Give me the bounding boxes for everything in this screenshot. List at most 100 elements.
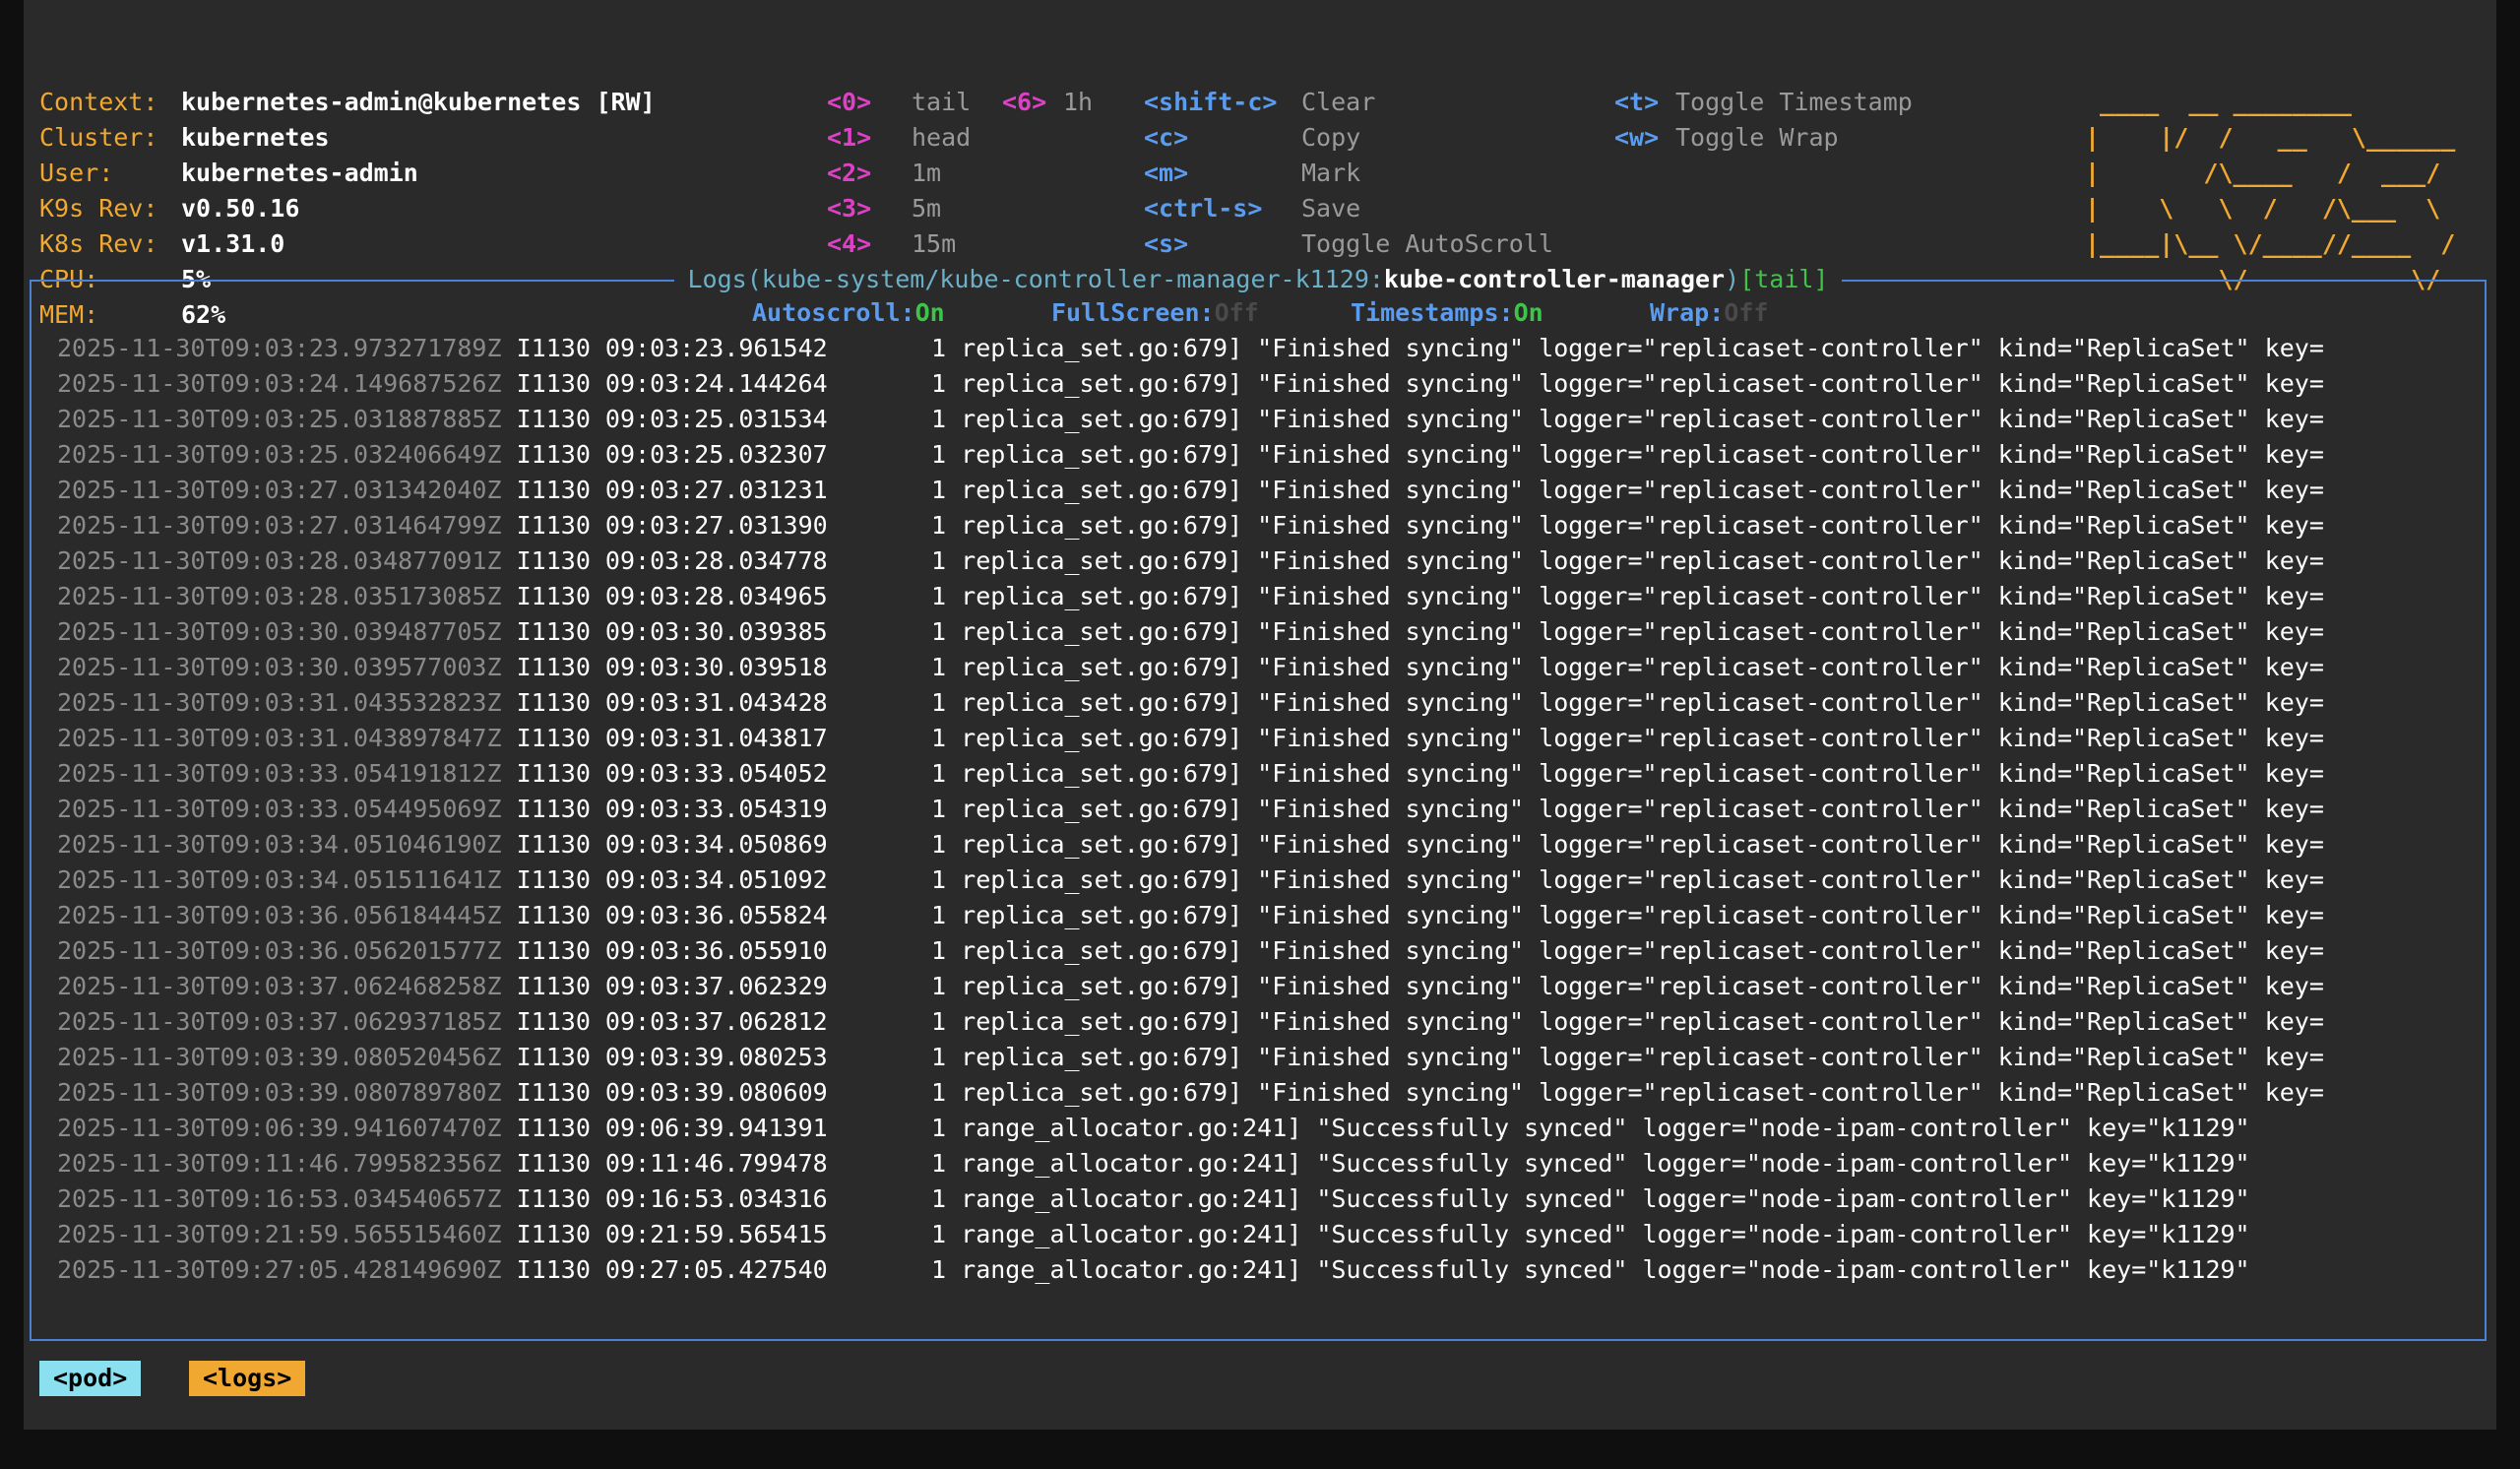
log-line[interactable]: 2025-11-30T09:03:37.062937185Z I1130 09:… xyxy=(57,1004,2465,1040)
log-line[interactable]: 2025-11-30T09:03:27.031342040Z I1130 09:… xyxy=(57,473,2465,508)
shortcut-key: <s> xyxy=(1144,229,1189,258)
shortcut-desc: Toggle Wrap xyxy=(1675,123,1839,152)
shortcut-item: <t> Toggle Timestamp xyxy=(1614,85,1913,120)
log-message: I1130 09:03:28.034965 1 replica_set.go:6… xyxy=(516,582,2324,610)
shortcut-key: <w> xyxy=(1614,123,1660,152)
log-line[interactable]: 2025-11-30T09:03:31.043532823Z I1130 09:… xyxy=(57,685,2465,721)
log-message: I1130 09:06:39.941391 1 range_allocator.… xyxy=(516,1114,2250,1142)
pod-path: kube-system/kube-controller-manager-k112… xyxy=(761,265,1384,293)
log-line[interactable]: 2025-11-30T09:03:28.034877091Z I1130 09:… xyxy=(57,543,2465,579)
log-message: I1130 09:11:46.799478 1 range_allocator.… xyxy=(516,1149,2250,1178)
log-line[interactable]: 2025-11-30T09:03:28.035173085Z I1130 09:… xyxy=(57,579,2465,614)
log-lines[interactable]: 2025-11-30T09:03:23.973271789Z I1130 09:… xyxy=(57,331,2465,1288)
info-value: v0.50.16 xyxy=(181,194,300,223)
log-timestamp: 2025-11-30T09:16:53.034540657Z xyxy=(57,1184,502,1213)
log-message: I1130 09:03:30.039518 1 replica_set.go:6… xyxy=(516,653,2324,681)
log-timestamp: 2025-11-30T09:03:39.080520456Z xyxy=(57,1043,502,1071)
log-timestamp: 2025-11-30T09:03:30.039487705Z xyxy=(57,617,502,646)
info-row: K8s Rev: v1.31.0 xyxy=(39,226,656,262)
log-timestamp: 2025-11-30T09:03:27.031464799Z xyxy=(57,511,502,540)
log-message: I1130 09:03:31.043428 1 replica_set.go:6… xyxy=(516,688,2324,717)
log-line[interactable]: 2025-11-30T09:03:36.056201577Z I1130 09:… xyxy=(57,933,2465,969)
info-row: User: kubernetes-admin xyxy=(39,156,656,191)
breadcrumb-pod[interactable]: <pod> xyxy=(39,1361,142,1396)
shortcut-item: <w> Toggle Wrap xyxy=(1614,120,1913,156)
log-message: I1130 09:21:59.565415 1 range_allocator.… xyxy=(516,1220,2250,1248)
shortcut-desc: 1h xyxy=(1063,88,1094,116)
shortcut-item: <4> 15m xyxy=(827,226,971,262)
log-timestamp: 2025-11-30T09:03:34.051046190Z xyxy=(57,830,502,859)
log-line[interactable]: 2025-11-30T09:03:33.054191812Z I1130 09:… xyxy=(57,756,2465,792)
shortcut-desc: tail xyxy=(912,88,972,116)
log-line[interactable]: 2025-11-30T09:03:27.031464799Z I1130 09:… xyxy=(57,508,2465,543)
log-message: I1130 09:03:25.032307 1 replica_set.go:6… xyxy=(516,440,2324,469)
log-timestamp: 2025-11-30T09:03:36.056201577Z xyxy=(57,936,502,965)
log-line[interactable]: 2025-11-30T09:03:30.039487705Z I1130 09:… xyxy=(57,614,2465,650)
log-line[interactable]: 2025-11-30T09:03:30.039577003Z I1130 09:… xyxy=(57,650,2465,685)
log-line[interactable]: 2025-11-30T09:03:25.032406649Z I1130 09:… xyxy=(57,437,2465,473)
shortcut-key: <6> xyxy=(1002,88,1047,116)
shortcut-item: <2> 1m xyxy=(827,156,971,191)
log-timestamp: 2025-11-30T09:03:31.043897847Z xyxy=(57,724,502,752)
log-line[interactable]: 2025-11-30T09:03:25.031887885Z I1130 09:… xyxy=(57,402,2465,437)
logo-line: | /\____ / ___/ xyxy=(2085,159,2441,187)
shortcut-item: <1> head xyxy=(827,120,971,156)
log-line[interactable]: 2025-11-30T09:03:34.051046190Z I1130 09:… xyxy=(57,827,2465,862)
info-value: kubernetes-admin xyxy=(181,159,418,187)
log-message: I1130 09:03:39.080253 1 replica_set.go:6… xyxy=(516,1043,2324,1071)
shortcut-key: <m> xyxy=(1144,159,1189,187)
log-timestamp: 2025-11-30T09:03:28.034877091Z xyxy=(57,546,502,575)
status-wrap[interactable]: Wrap:Off xyxy=(1650,295,1768,331)
info-label: Context: xyxy=(39,88,158,116)
shortcut-key: <2> xyxy=(827,159,872,187)
log-line[interactable]: 2025-11-30T09:03:39.080520456Z I1130 09:… xyxy=(57,1040,2465,1075)
status-autoscroll[interactable]: Autoscroll:On xyxy=(752,295,945,331)
log-line[interactable]: 2025-11-30T09:06:39.941607470Z I1130 09:… xyxy=(57,1111,2465,1146)
shortcut-desc: Mark xyxy=(1301,159,1361,187)
log-timestamp: 2025-11-30T09:03:25.031887885Z xyxy=(57,405,502,433)
log-line[interactable]: 2025-11-30T09:03:37.062468258Z I1130 09:… xyxy=(57,969,2465,1004)
log-line[interactable]: 2025-11-30T09:03:39.080789780Z I1130 09:… xyxy=(57,1075,2465,1111)
shortcut-desc: head xyxy=(912,123,972,152)
log-line[interactable]: 2025-11-30T09:27:05.428149690Z I1130 09:… xyxy=(57,1252,2465,1288)
log-line[interactable]: 2025-11-30T09:16:53.034540657Z I1130 09:… xyxy=(57,1182,2465,1217)
shortcut-key: <3> xyxy=(827,194,872,223)
info-value: kubernetes-admin@kubernetes [RW] xyxy=(181,88,656,116)
breadcrumb-logs[interactable]: <logs> xyxy=(189,1361,306,1396)
log-timestamp: 2025-11-30T09:03:37.062937185Z xyxy=(57,1007,502,1036)
log-message: I1130 09:03:27.031390 1 replica_set.go:6… xyxy=(516,511,2324,540)
shortcut-item: <6> 1h xyxy=(1002,85,1093,120)
log-line[interactable]: 2025-11-30T09:03:34.051511641Z I1130 09:… xyxy=(57,862,2465,898)
info-row: Cluster: kubernetes xyxy=(39,120,656,156)
log-timestamp: 2025-11-30T09:03:24.149687526Z xyxy=(57,369,502,398)
status-fullscreen[interactable]: FullScreen:Off xyxy=(1051,295,1259,331)
shortcut-desc: Toggle Timestamp xyxy=(1675,88,1913,116)
log-line[interactable]: 2025-11-30T09:03:23.973271789Z I1130 09:… xyxy=(57,331,2465,366)
log-line[interactable]: 2025-11-30T09:21:59.565515460Z I1130 09:… xyxy=(57,1217,2465,1252)
log-message: I1130 09:03:30.039385 1 replica_set.go:6… xyxy=(516,617,2324,646)
log-timestamp: 2025-11-30T09:11:46.799582356Z xyxy=(57,1149,502,1178)
shortcut-desc: Copy xyxy=(1301,123,1361,152)
log-message: I1130 09:03:25.031534 1 replica_set.go:6… xyxy=(516,405,2324,433)
logo-line: |____|\__ \/____//____ / xyxy=(2085,229,2456,258)
log-message: I1130 09:03:37.062812 1 replica_set.go:6… xyxy=(516,1007,2324,1036)
logo-line: | \ \ / /\___ \ xyxy=(2085,194,2441,223)
log-line[interactable]: 2025-11-30T09:03:31.043897847Z I1130 09:… xyxy=(57,721,2465,756)
log-message: I1130 09:16:53.034316 1 range_allocator.… xyxy=(516,1184,2250,1213)
logo-line: | |/ / __ \______ xyxy=(2085,123,2456,152)
shortcut-desc: 1m xyxy=(912,159,942,187)
log-line[interactable]: 2025-11-30T09:03:36.056184445Z I1130 09:… xyxy=(57,898,2465,933)
shortcut-desc: 5m xyxy=(912,194,942,223)
log-line[interactable]: 2025-11-30T09:11:46.799582356Z I1130 09:… xyxy=(57,1146,2465,1182)
container-name: kube-controller-manager xyxy=(1383,265,1726,293)
log-timestamp: 2025-11-30T09:03:30.039577003Z xyxy=(57,653,502,681)
shortcut-item: <0> tail xyxy=(827,85,971,120)
info-row: Context: kubernetes-admin@kubernetes [RW] xyxy=(39,85,656,120)
log-mode: [tail] xyxy=(1739,265,1829,293)
log-line[interactable]: 2025-11-30T09:03:24.149687526Z I1130 09:… xyxy=(57,366,2465,402)
log-line[interactable]: 2025-11-30T09:03:33.054495069Z I1130 09:… xyxy=(57,792,2465,827)
log-timestamp: 2025-11-30T09:03:27.031342040Z xyxy=(57,476,502,504)
status-timestamps[interactable]: Timestamps:On xyxy=(1351,295,1544,331)
log-timestamp: 2025-11-30T09:03:23.973271789Z xyxy=(57,334,502,362)
shortcut-desc: 15m xyxy=(912,229,957,258)
